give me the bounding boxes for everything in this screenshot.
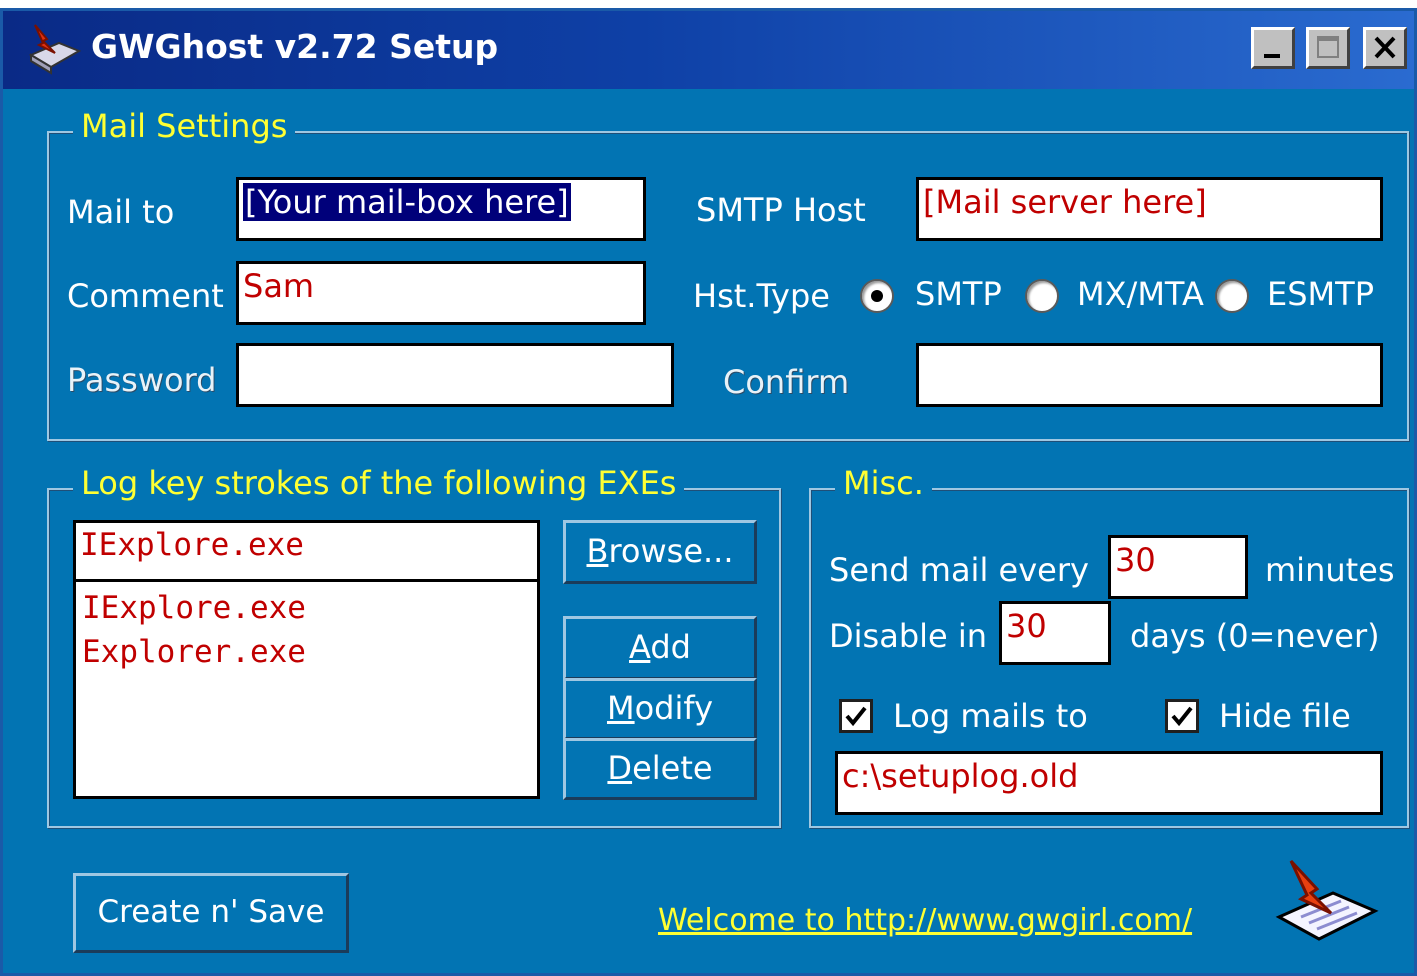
radio-esmtp[interactable] xyxy=(1215,279,1249,313)
disable-label: Disable in xyxy=(829,617,988,655)
days-label: days (0=never) xyxy=(1130,617,1380,655)
confirm-input[interactable] xyxy=(916,343,1383,407)
log-keys-legend: Log key strokes of the following EXEs xyxy=(73,464,685,502)
send-mail-label: Send mail every xyxy=(829,551,1089,589)
mail-to-selected-text: [Your mail-box here] xyxy=(243,183,571,221)
radio-mx-mta-label[interactable]: MX/MTA xyxy=(1077,275,1204,313)
send-mail-icon xyxy=(1275,859,1379,941)
mail-to-label: Mail to xyxy=(67,193,175,231)
mail-to-input[interactable]: [Your mail-box here] xyxy=(236,177,646,241)
create-save-label: Create n' Save xyxy=(97,894,325,930)
maximize-icon xyxy=(1317,36,1339,58)
radio-selected-dot xyxy=(871,290,883,302)
disable-days-input[interactable]: 30 xyxy=(999,601,1111,665)
checkmark-icon xyxy=(845,706,867,727)
modify-label-rest: odify xyxy=(634,689,714,727)
log-path-input[interactable]: c:\setuplog.old xyxy=(835,751,1383,815)
delete-label-rest: elete xyxy=(632,749,713,787)
minutes-label: minutes xyxy=(1265,551,1395,589)
log-mails-checkbox[interactable] xyxy=(839,699,873,733)
password-label: Password xyxy=(67,361,217,399)
radio-smtp-label[interactable]: SMTP xyxy=(915,275,1002,313)
minimize-button[interactable] xyxy=(1251,27,1295,69)
modify-button[interactable]: Modify xyxy=(563,678,757,740)
send-mail-interval-input[interactable]: 30 xyxy=(1108,535,1248,599)
list-item[interactable]: Explorer.exe xyxy=(82,634,306,670)
modify-mnemonic: M xyxy=(606,689,635,727)
smtp-host-input[interactable]: [Mail server here] xyxy=(916,177,1383,241)
radio-smtp[interactable] xyxy=(860,279,894,313)
add-label-rest: dd xyxy=(650,628,691,666)
radio-mx-mta[interactable] xyxy=(1025,279,1059,313)
hide-file-checkbox[interactable] xyxy=(1165,699,1199,733)
hide-file-label[interactable]: Hide file xyxy=(1219,697,1351,735)
close-icon xyxy=(1374,36,1396,59)
add-mnemonic: A xyxy=(629,628,651,666)
welcome-link[interactable]: Welcome to http://www.gwgirl.com/ xyxy=(658,903,1192,938)
delete-mnemonic: D xyxy=(607,749,633,787)
mail-settings-legend: Mail Settings xyxy=(73,107,296,145)
add-button[interactable]: Add xyxy=(563,616,757,680)
exe-name-input-value: IExplore.exe xyxy=(80,527,304,563)
delete-button[interactable]: Delete xyxy=(563,738,757,800)
window-title: GWGhost v2.72 Setup xyxy=(91,27,499,66)
checkmark-icon xyxy=(1171,706,1193,727)
maximize-button[interactable] xyxy=(1306,27,1350,69)
browse-button[interactable]: Browse... xyxy=(563,520,757,584)
radio-esmtp-label[interactable]: ESMTP xyxy=(1267,275,1374,313)
exe-name-input[interactable]: IExplore.exe xyxy=(73,520,540,584)
minimize-icon xyxy=(1264,54,1280,58)
browse-mnemonic: B xyxy=(586,532,609,570)
password-input[interactable] xyxy=(236,343,674,407)
smtp-host-label: SMTP Host xyxy=(696,191,866,229)
list-item[interactable]: IExplore.exe xyxy=(82,590,306,626)
confirm-label: Confirm xyxy=(723,363,850,401)
log-mails-label[interactable]: Log mails to xyxy=(893,697,1088,735)
exe-listbox[interactable]: IExplore.exe Explorer.exe xyxy=(73,579,540,799)
title-bar[interactable]: GWGhost v2.72 Setup xyxy=(3,11,1414,89)
host-type-label: Hst.Type xyxy=(693,277,830,315)
setup-window: GWGhost v2.72 Setup Mail Settings Mail t… xyxy=(0,8,1417,976)
close-button[interactable] xyxy=(1363,27,1407,69)
comment-label: Comment xyxy=(67,277,224,315)
browse-label-rest: rowse... xyxy=(608,532,734,570)
app-icon xyxy=(28,24,82,75)
create-save-button[interactable]: Create n' Save xyxy=(73,873,349,953)
comment-input[interactable]: Sam xyxy=(236,261,646,325)
misc-legend: Misc. xyxy=(835,464,932,502)
